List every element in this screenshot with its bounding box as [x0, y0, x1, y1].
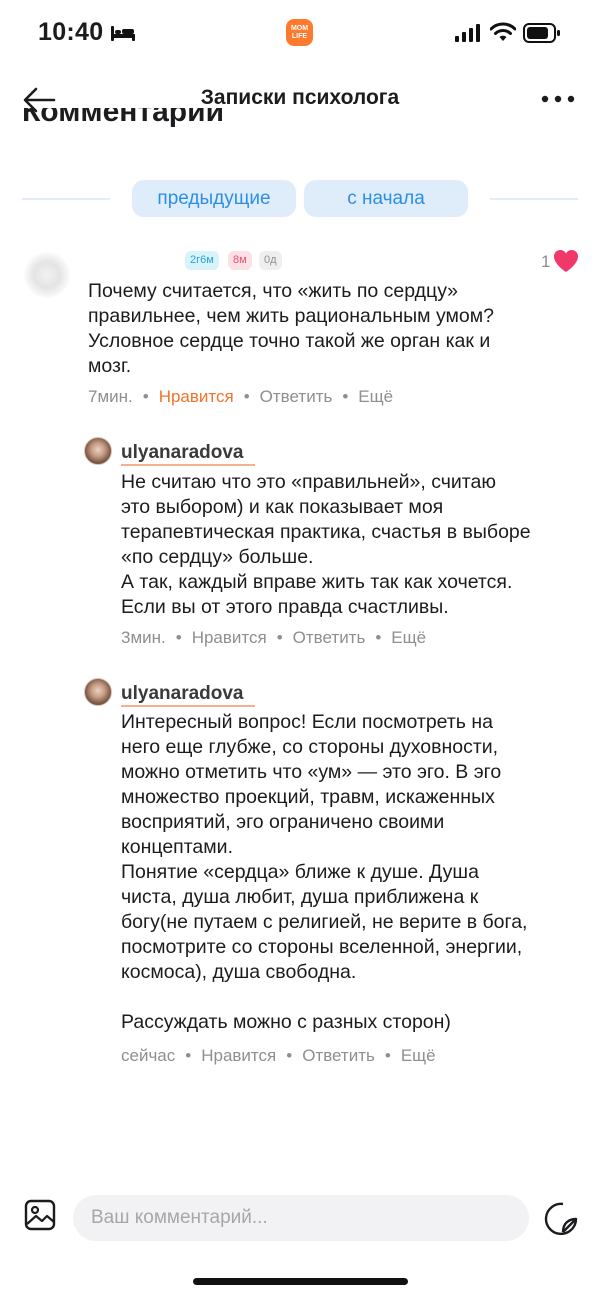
comment-time: 3мин.	[121, 628, 166, 647]
more-button[interactable]: Ещё	[401, 1046, 436, 1065]
like-button[interactable]: Нравится	[201, 1046, 276, 1065]
reply-button[interactable]: Ответить	[293, 628, 366, 647]
status-time: 10:40	[38, 18, 104, 46]
avatar[interactable]	[24, 252, 70, 298]
username[interactable]: ulyanaradova	[121, 442, 244, 464]
status-bar: 10:40 MOM LIFE	[0, 0, 600, 70]
comment-meta: 3мин. • Нравится • Ответить • Ещё	[121, 628, 427, 647]
signal-icon	[455, 24, 480, 42]
home-indicator	[193, 1278, 408, 1285]
comments-screen: 10:40 MOM LIFE Записки психолога Коммент…	[0, 0, 600, 1297]
comment-meta: 7мин. • Нравится • Ответить • Ещё	[88, 387, 394, 406]
section-heading-text: Комментарии	[22, 108, 225, 128]
more-icon[interactable]	[540, 94, 576, 104]
comment-time: 7мин.	[88, 387, 133, 406]
more-button[interactable]: Ещё	[391, 628, 426, 647]
comment-input[interactable]	[73, 1195, 529, 1241]
wifi-icon	[490, 22, 516, 41]
previous-comments-button[interactable]: предыдущие	[132, 180, 296, 217]
app-badge-line1: MOM	[290, 25, 309, 32]
mom-life-app-icon: MOM LIFE	[286, 19, 313, 46]
reply-button[interactable]: Ответить	[302, 1046, 375, 1065]
image-icon[interactable]	[24, 1199, 56, 1231]
pager-divider-left	[22, 198, 110, 200]
comment-text: Не считаю что это «правильней», считаю э…	[121, 471, 531, 618]
comment-text: Интересный вопрос! Если посмотреть на не…	[121, 711, 528, 1033]
comment-meta: сейчас • Нравится • Ответить • Ещё	[121, 1046, 436, 1065]
avatar[interactable]	[84, 678, 112, 706]
username-underline	[121, 464, 255, 466]
comment-time: сейчас	[121, 1046, 176, 1065]
from-start-button[interactable]: с начала	[304, 180, 468, 217]
child-age-badge: 0д	[259, 251, 282, 270]
child-age-badge: 8м	[228, 251, 252, 270]
reply-button[interactable]: Ответить	[260, 387, 333, 406]
username[interactable]: ulyanaradova	[121, 683, 244, 705]
battery-icon	[523, 23, 560, 43]
section-heading: Комментарии	[22, 108, 224, 138]
bed-icon	[111, 26, 135, 41]
sticker-icon[interactable]	[543, 1201, 579, 1235]
like-count: 1	[541, 252, 551, 271]
heart-icon[interactable]	[553, 249, 579, 273]
avatar[interactable]	[84, 437, 112, 465]
page-title: Записки психолога	[200, 86, 400, 109]
more-button[interactable]: Ещё	[358, 387, 393, 406]
child-age-badge: 2г6м	[185, 251, 219, 270]
pager-divider-right	[490, 198, 578, 200]
like-button[interactable]: Нравится	[192, 628, 267, 647]
comment-text: Почему считается, что «жить по сердцу» п…	[88, 280, 494, 377]
like-button[interactable]: Нравится	[159, 387, 234, 406]
app-badge-line2: LIFE	[291, 33, 308, 40]
username-underline	[121, 705, 255, 707]
